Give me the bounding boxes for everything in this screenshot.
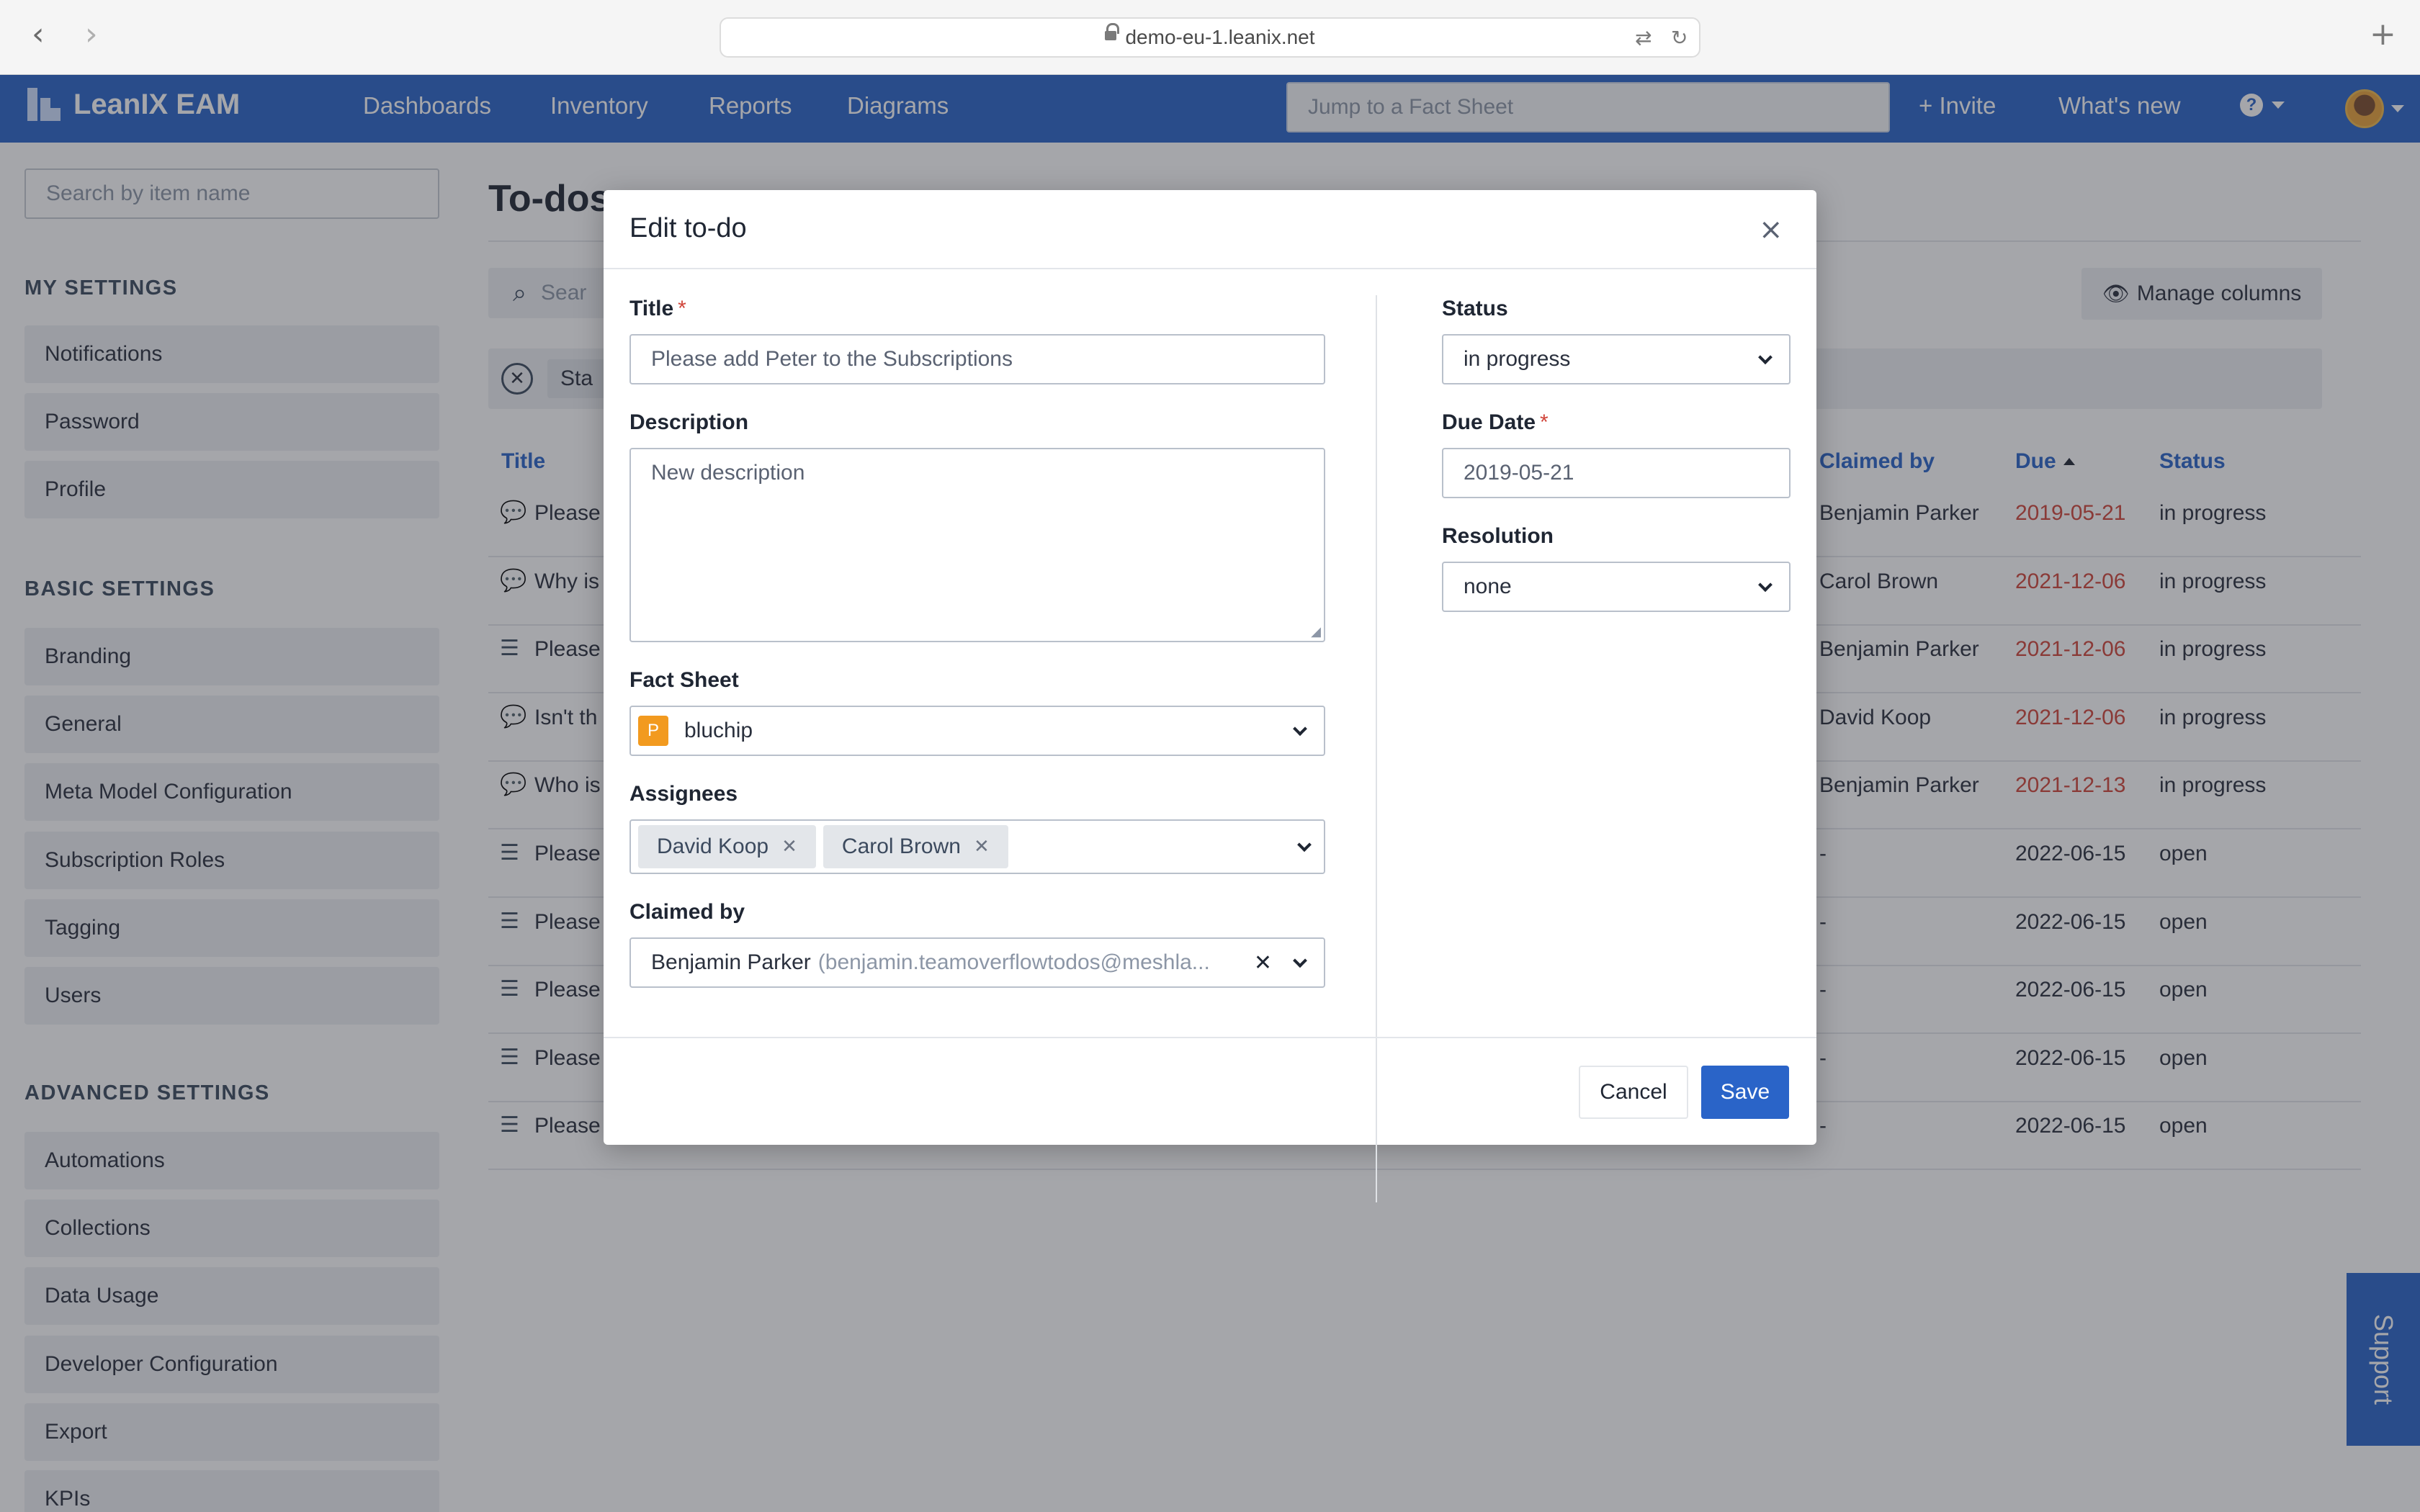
description-textarea[interactable]: New description ◢ [629, 448, 1325, 642]
edit-todo-dialog: Edit to-do × Title * Please add Peter to … [604, 190, 1816, 1202]
address-bar[interactable]: demo-eu-1.leanix.net [720, 17, 1700, 58]
due-date-value: 2019-05-21 [1464, 461, 1574, 485]
assignee-tag: Carol Brown ✕ [823, 825, 1008, 868]
required-mark: * [1540, 410, 1549, 434]
forward-icon[interactable]: › [85, 16, 98, 53]
due-date-label: Due Date * [1442, 410, 1549, 435]
fact-sheet-value: bluchip [684, 719, 753, 742]
clear-selection-icon[interactable]: ✕ [1254, 950, 1272, 976]
chevron-down-icon [1293, 953, 1307, 968]
due-date-label-text: Due Date [1442, 410, 1536, 434]
assignee-tag-label: Carol Brown [841, 834, 961, 858]
fact-sheet-select[interactable]: P bluchip [629, 706, 1325, 756]
status-label: Status [1442, 297, 1508, 320]
status-select[interactable]: in progress [1442, 334, 1791, 384]
column-divider [1376, 295, 1377, 1202]
cancel-button[interactable]: Cancel [1579, 1066, 1688, 1119]
back-icon[interactable]: ‹ [32, 16, 45, 53]
status-value: in progress [1464, 347, 1571, 371]
claimed-by-email: (benjamin.teamoverflowtodos@meshla... [817, 950, 1210, 974]
address-bar-url: demo-eu-1.leanix.net [1125, 26, 1315, 48]
remove-assignee-icon[interactable]: ✕ [974, 836, 990, 858]
lock-icon [1105, 23, 1120, 45]
resize-handle-icon[interactable]: ◢ [1311, 624, 1321, 639]
title-label: Title * [629, 297, 686, 321]
title-input-value: Please add Peter to the Subscriptions [651, 347, 1013, 371]
chevron-down-icon [1758, 577, 1773, 593]
chevron-down-icon [1758, 350, 1773, 365]
required-mark: * [678, 297, 686, 320]
due-date-input[interactable]: 2019-05-21 [1442, 448, 1791, 498]
chevron-down-icon [1297, 837, 1312, 852]
new-tab-icon[interactable]: + [2370, 16, 2396, 53]
resolution-select[interactable]: none [1442, 562, 1791, 612]
translate-icon[interactable]: ⇄ [1635, 26, 1652, 50]
assignee-tag-label: David Koop [657, 834, 769, 858]
claimed-by-label: Claimed by [629, 900, 745, 924]
resolution-value: none [1464, 575, 1512, 598]
assignees-select[interactable]: David Koop ✕ Carol Brown ✕ [629, 819, 1325, 874]
resolution-label: Resolution [1442, 524, 1554, 548]
chevron-down-icon [1293, 721, 1307, 737]
remove-assignee-icon[interactable]: ✕ [781, 836, 797, 858]
assignees-label: Assignees [629, 782, 738, 806]
assignee-tag: David Koop ✕ [638, 825, 816, 868]
title-input[interactable]: Please add Peter to the Subscriptions [629, 334, 1325, 384]
claimed-by-name: Benjamin Parker [651, 950, 811, 974]
dialog-title: Edit to-do [629, 213, 747, 243]
reload-icon[interactable]: ↻ [1671, 26, 1688, 50]
description-label: Description [629, 410, 749, 434]
footer-divider [604, 1037, 1816, 1038]
title-label-text: Title [629, 297, 674, 320]
close-icon[interactable]: × [1759, 213, 1783, 246]
save-button[interactable]: Save [1701, 1066, 1789, 1119]
claimed-by-select[interactable]: Benjamin Parker (benjamin.teamoverflowto… [629, 937, 1325, 988]
fact-sheet-label: Fact Sheet [629, 668, 739, 692]
fact-sheet-type-badge: P [638, 716, 668, 746]
description-value: New description [651, 461, 805, 485]
dialog-header [604, 190, 1816, 269]
